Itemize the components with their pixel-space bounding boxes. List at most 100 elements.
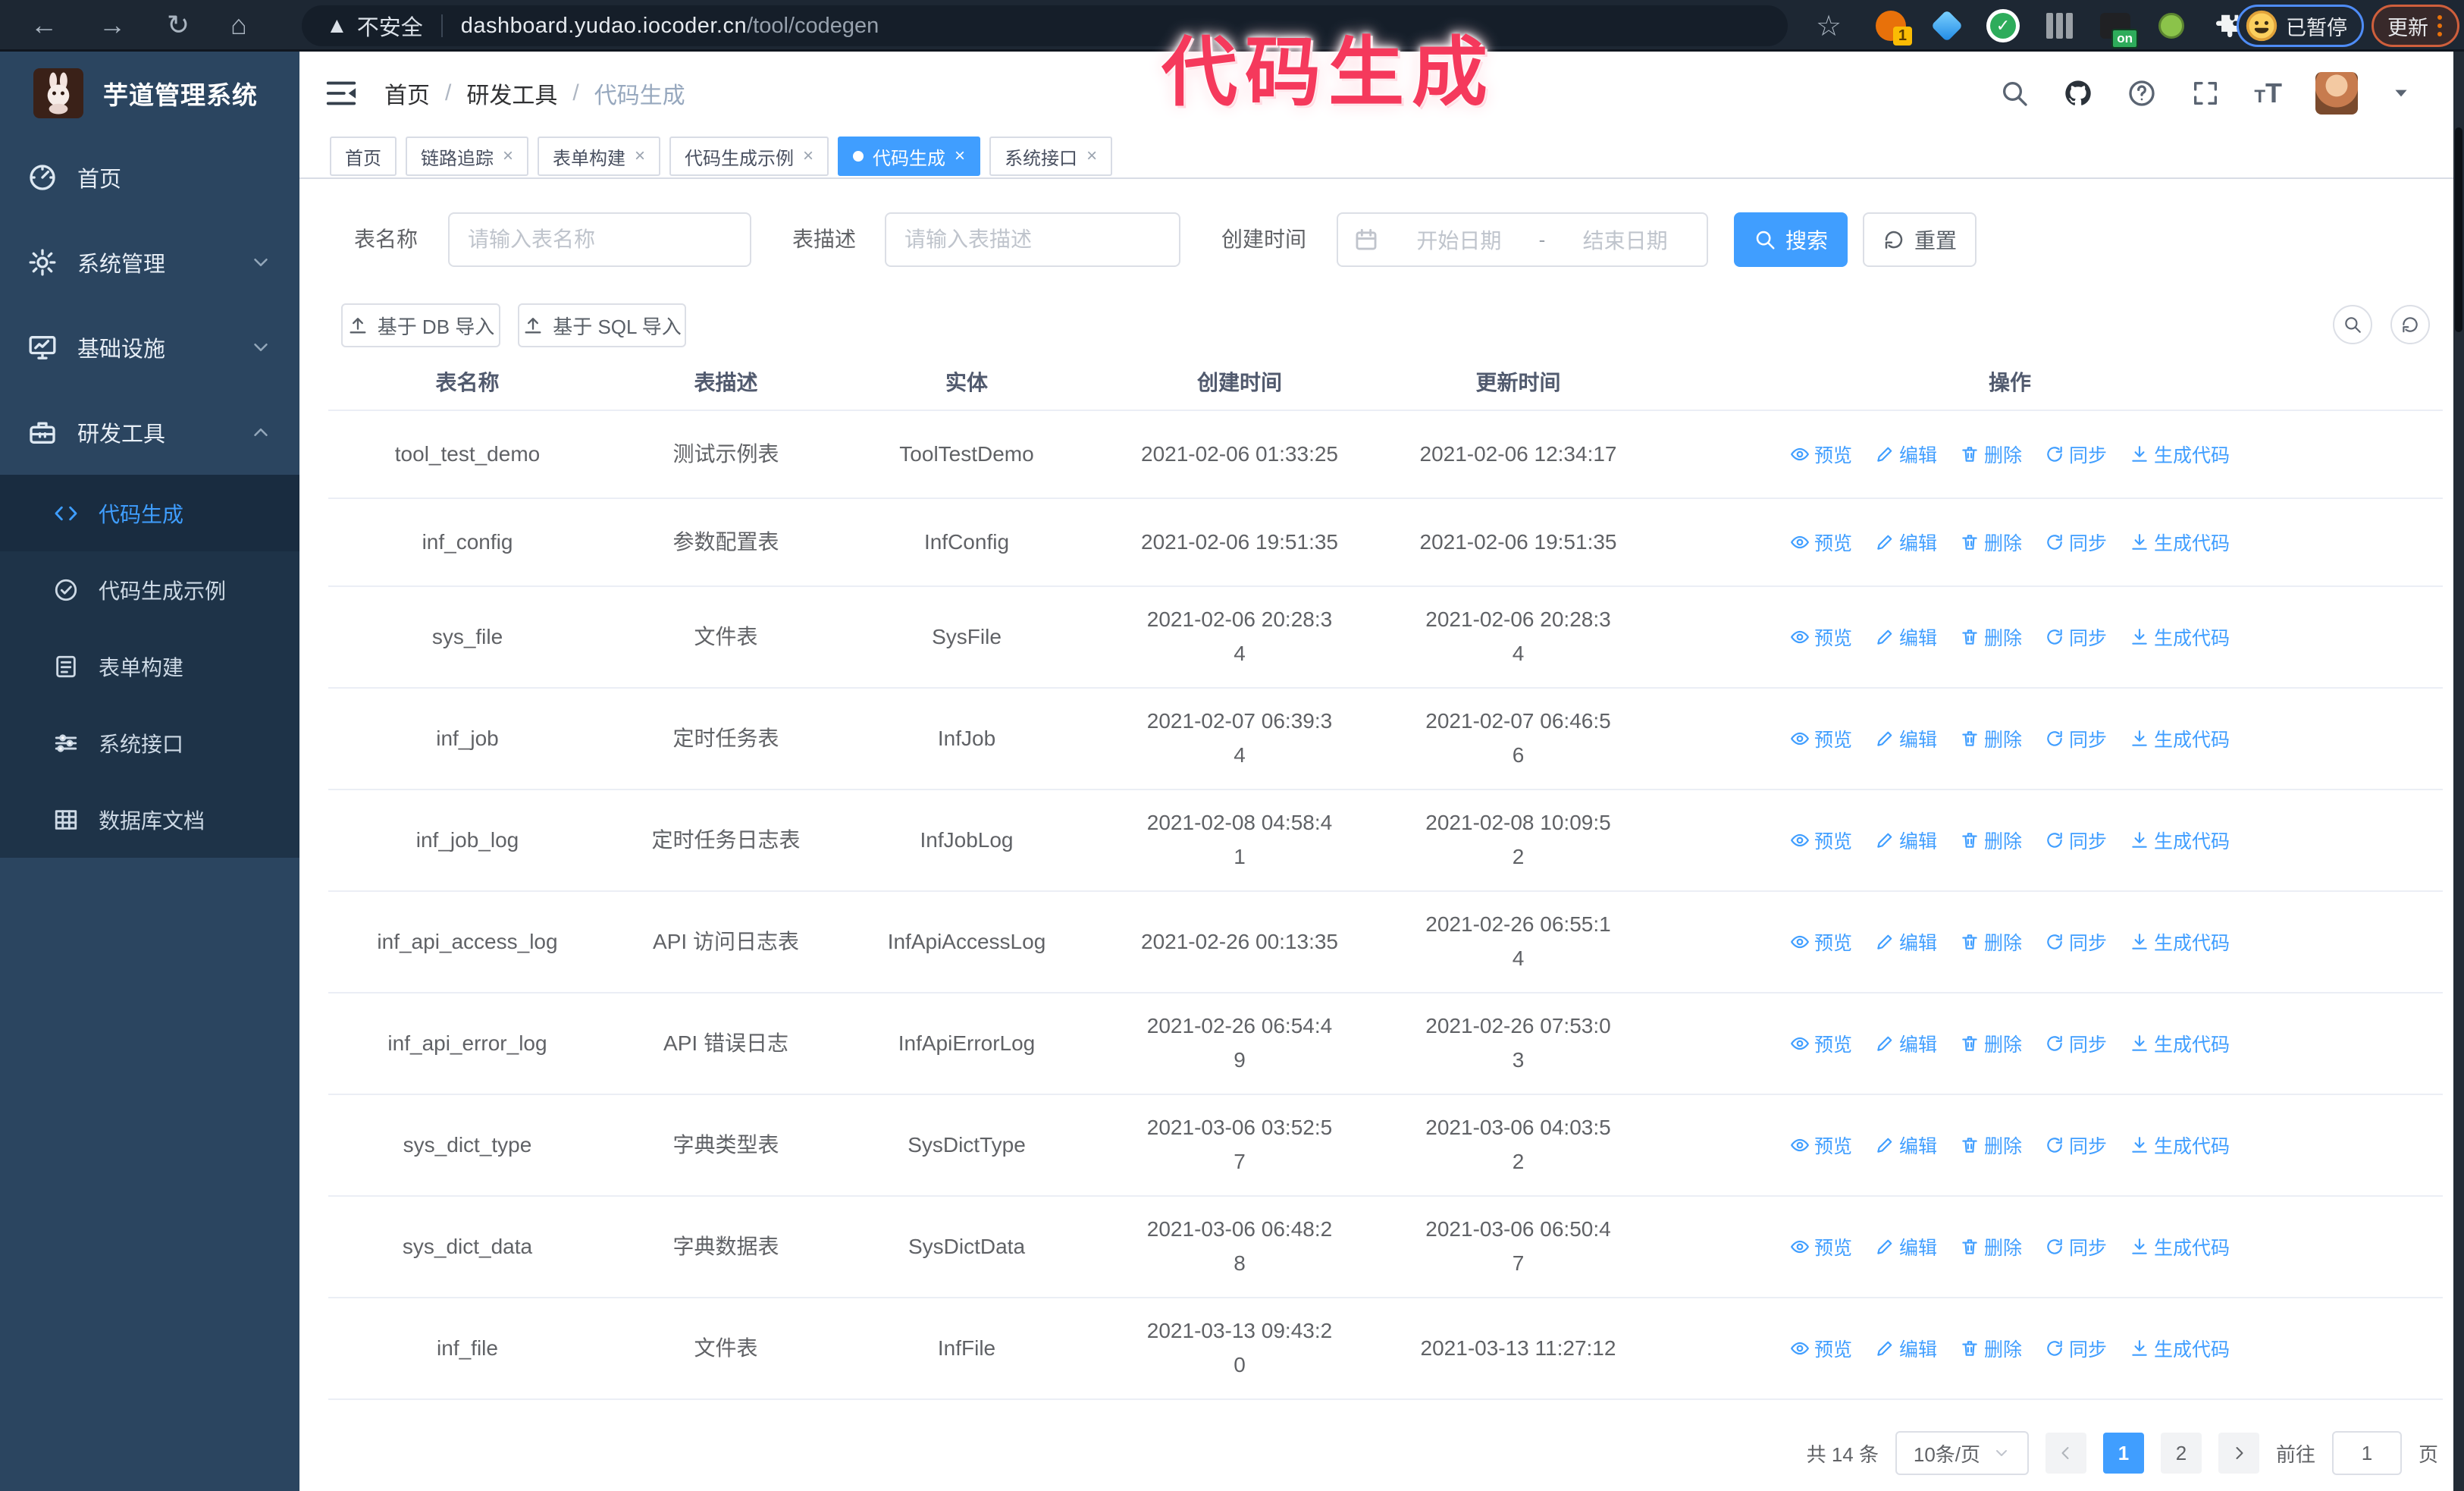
tab-codegen-example[interactable]: 代码生成示例 × — [669, 137, 829, 176]
pagination-page-2[interactable]: 2 — [2160, 1433, 2202, 1474]
close-icon[interactable]: × — [803, 146, 813, 167]
breadcrumb-devtools[interactable]: 研发工具 — [466, 77, 557, 110]
delete-link[interactable]: 删除 — [1960, 1132, 2022, 1159]
reset-button[interactable]: 重置 — [1863, 212, 1977, 267]
pagination-page-1[interactable]: 1 — [2102, 1433, 2144, 1474]
date-range-input[interactable]: 开始日期 - 结束日期 — [1337, 212, 1708, 267]
sync-link[interactable]: 同步 — [2045, 1233, 2107, 1260]
preview-link[interactable]: 预览 — [1790, 725, 1852, 752]
delete-link[interactable]: 删除 — [1960, 529, 2022, 556]
sidebar-item-db-docs[interactable]: 数据库文档 — [0, 781, 299, 858]
sync-link[interactable]: 同步 — [2045, 928, 2107, 956]
generate-code-link[interactable]: 生成代码 — [2130, 441, 2230, 468]
scrollbar-thumb[interactable] — [2455, 127, 2462, 332]
generate-code-link[interactable]: 生成代码 — [2130, 725, 2230, 752]
edit-link[interactable]: 编辑 — [1875, 623, 1937, 651]
generate-code-link[interactable]: 生成代码 — [2130, 623, 2230, 651]
generate-code-link[interactable]: 生成代码 — [2130, 928, 2230, 956]
close-icon[interactable]: × — [1086, 146, 1097, 167]
fullscreen-icon[interactable] — [2190, 78, 2221, 108]
edit-link[interactable]: 编辑 — [1875, 1233, 1937, 1260]
extension-green-icon[interactable] — [2153, 8, 2190, 44]
sidebar-item-codegen[interactable]: 代码生成 — [0, 475, 299, 551]
close-icon[interactable]: × — [635, 146, 645, 167]
sync-link[interactable]: 同步 — [2045, 725, 2107, 752]
delete-link[interactable]: 删除 — [1960, 623, 2022, 651]
edit-link[interactable]: 编辑 — [1875, 1335, 1937, 1362]
sync-link[interactable]: 同步 — [2045, 1335, 2107, 1362]
delete-link[interactable]: 删除 — [1960, 1233, 2022, 1260]
generate-code-link[interactable]: 生成代码 — [2130, 1030, 2230, 1057]
preview-link[interactable]: 预览 — [1790, 1030, 1852, 1057]
sync-link[interactable]: 同步 — [2045, 827, 2107, 854]
extension-gem-icon[interactable] — [1929, 8, 1965, 44]
tab-system-api[interactable]: 系统接口 × — [989, 137, 1113, 176]
tab-home[interactable]: 首页 — [330, 137, 397, 176]
bookmark-star-icon[interactable]: ☆ — [1816, 9, 1842, 43]
back-icon[interactable]: ← — [30, 9, 58, 41]
preview-link[interactable]: 预览 — [1790, 827, 1852, 854]
sync-link[interactable]: 同步 — [2045, 623, 2107, 651]
edit-link[interactable]: 编辑 — [1875, 1030, 1937, 1057]
home-icon[interactable]: ⌂ — [230, 9, 247, 41]
search-icon[interactable] — [1999, 78, 2030, 108]
edit-link[interactable]: 编辑 — [1875, 928, 1937, 956]
reload-icon[interactable]: ↻ — [167, 9, 190, 41]
avatar[interactable] — [2315, 72, 2358, 115]
breadcrumb-home[interactable]: 首页 — [384, 77, 430, 110]
profile-paused-badge[interactable]: 已暂停 — [2237, 5, 2364, 47]
edit-link[interactable]: 编辑 — [1875, 725, 1937, 752]
preview-link[interactable]: 预览 — [1790, 1132, 1852, 1159]
import-sql-button[interactable]: 基于 SQL 导入 — [518, 303, 686, 347]
delete-link[interactable]: 删除 — [1960, 1030, 2022, 1057]
font-size-icon[interactable]: TT — [2254, 77, 2282, 109]
app-logo[interactable]: 芋道管理系统 — [0, 52, 299, 135]
table-desc-input[interactable] — [885, 212, 1180, 267]
browser-menu-icon[interactable] — [2437, 15, 2442, 36]
address-bar[interactable]: ▲ 不安全 dashboard.yudao.iocoder.cn /tool/c… — [302, 5, 1788, 46]
generate-code-link[interactable]: 生成代码 — [2130, 1132, 2230, 1159]
sidebar-item-system[interactable]: 系统管理 — [0, 220, 299, 305]
preview-link[interactable]: 预览 — [1790, 1233, 1852, 1260]
extension-dark-icon[interactable]: on — [2097, 8, 2138, 49]
table-name-input[interactable] — [448, 212, 751, 267]
generate-code-link[interactable]: 生成代码 — [2130, 1233, 2230, 1260]
sidebar-item-infra[interactable]: 基础设施 — [0, 305, 299, 390]
close-icon[interactable]: × — [503, 146, 513, 167]
goto-page-input[interactable] — [2331, 1431, 2402, 1475]
github-icon[interactable] — [2063, 78, 2093, 108]
sync-link[interactable]: 同步 — [2045, 1030, 2107, 1057]
preview-link[interactable]: 预览 — [1790, 623, 1852, 651]
delete-link[interactable]: 删除 — [1960, 725, 2022, 752]
search-button[interactable]: 搜索 — [1734, 212, 1848, 267]
tab-trace[interactable]: 链路追踪 × — [406, 137, 529, 176]
extension-check-icon[interactable]: ✓ — [1985, 8, 2021, 44]
scrollbar-track[interactable] — [2453, 52, 2464, 1491]
forward-icon[interactable]: → — [99, 9, 126, 41]
sidebar-item-form-builder[interactable]: 表单构建 — [0, 628, 299, 705]
pagination-next-button[interactable] — [2218, 1433, 2259, 1474]
preview-link[interactable]: 预览 — [1790, 529, 1852, 556]
toggle-search-button[interactable] — [2333, 305, 2372, 344]
generate-code-link[interactable]: 生成代码 — [2130, 529, 2230, 556]
edit-link[interactable]: 编辑 — [1875, 441, 1937, 468]
browser-update-button[interactable]: 更新 — [2372, 5, 2459, 47]
sync-link[interactable]: 同步 — [2045, 1132, 2107, 1159]
sidebar-fold-icon[interactable] — [324, 76, 359, 111]
sync-link[interactable]: 同步 — [2045, 529, 2107, 556]
delete-link[interactable]: 删除 — [1960, 827, 2022, 854]
sidebar-item-system-api[interactable]: 系统接口 — [0, 705, 299, 781]
page-size-select[interactable]: 10条/页 — [1895, 1431, 2029, 1475]
import-db-button[interactable]: 基于 DB 导入 — [341, 303, 500, 347]
security-status[interactable]: ▲ 不安全 — [326, 10, 423, 42]
preview-link[interactable]: 预览 — [1790, 1335, 1852, 1362]
edit-link[interactable]: 编辑 — [1875, 1132, 1937, 1159]
pagination-prev-button[interactable] — [2045, 1433, 2086, 1474]
preview-link[interactable]: 预览 — [1790, 441, 1852, 468]
sidebar-item-home[interactable]: 首页 — [0, 135, 299, 220]
extension-columns-icon[interactable] — [2041, 8, 2077, 44]
generate-code-link[interactable]: 生成代码 — [2130, 827, 2230, 854]
delete-link[interactable]: 删除 — [1960, 928, 2022, 956]
tab-codegen[interactable]: 代码生成 × — [838, 137, 981, 176]
delete-link[interactable]: 删除 — [1960, 441, 2022, 468]
